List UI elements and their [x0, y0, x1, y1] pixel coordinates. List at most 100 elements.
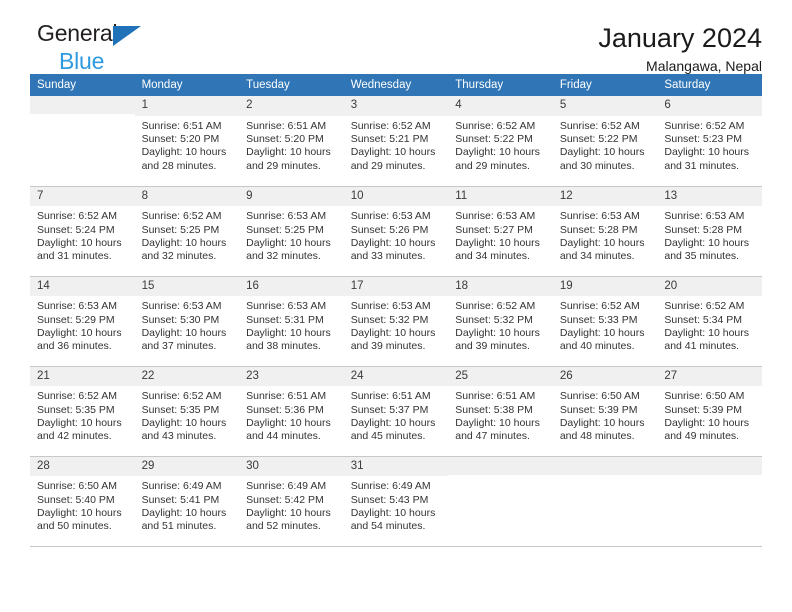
day-number: 5 — [552, 96, 658, 116]
sunrise-text: Sunrise: 6:52 AM — [141, 390, 222, 403]
day-cell-inner: 11 Sunrise: 6:53 AM Sunset: 5:27 PM Dayligh… — [448, 186, 553, 276]
logo-text-blue: Blue — [59, 48, 105, 74]
daylight-text-line1: Daylight: 10 hours — [455, 236, 540, 249]
calendar-day-cell[interactable]: 31 Sunrise: 6:49 AM Sunset: 5:43 PM Dayligh… — [343, 456, 449, 547]
daylight-text-line1: Daylight: 10 hours — [455, 146, 540, 159]
calendar-page: General Blue January 2024 Malangawa, Nep… — [0, 0, 792, 612]
day-sun-info: Sunrise: 6:49 AM Sunset: 5:41 PM Daylight:… — [135, 476, 240, 534]
calendar-day-cell[interactable]: 2 Sunrise: 6:51 AM Sunset: 5:20 PM Daylight… — [239, 96, 344, 187]
calendar-day-cell[interactable]: 9 Sunrise: 6:53 AM Sunset: 5:25 PM Daylight… — [239, 186, 344, 277]
calendar-day-cell[interactable]: 27 Sunrise: 6:50 AM Sunset: 5:39 PM Dayligh… — [657, 366, 762, 457]
calendar-day-cell[interactable]: 21 Sunrise: 6:52 AM Sunset: 5:35 PM Dayligh… — [30, 366, 135, 457]
day-sun-info: Sunrise: 6:51 AM Sunset: 5:20 PM Daylight:… — [239, 116, 344, 174]
day-sun-info: Sunrise: 6:49 AM Sunset: 5:42 PM Daylight:… — [239, 476, 344, 534]
day-sun-info: Sunrise: 6:53 AM Sunset: 5:28 PM Daylight:… — [553, 206, 658, 264]
calendar-day-cell[interactable]: 11 Sunrise: 6:53 AM Sunset: 5:27 PM Dayligh… — [448, 186, 553, 277]
day-number: 27 — [657, 366, 762, 387]
daylight-text-line2: and 47 minutes. — [455, 430, 530, 443]
day-cell-inner: 6 Sunrise: 6:52 AM Sunset: 5:23 PM Daylight… — [657, 96, 762, 186]
sunrise-text: Sunrise: 6:53 AM — [455, 210, 536, 223]
calendar-day-cell[interactable]: 23 Sunrise: 6:51 AM Sunset: 5:36 PM Dayligh… — [239, 366, 344, 457]
day-sun-info: Sunrise: 6:52 AM Sunset: 5:33 PM Daylight:… — [553, 296, 658, 354]
sunrise-text: Sunrise: 6:51 AM — [141, 119, 222, 132]
calendar-day-cell[interactable]: 12 Sunrise: 6:53 AM Sunset: 5:28 PM Dayligh… — [552, 186, 658, 277]
day-cell-inner: 17 Sunrise: 6:53 AM Sunset: 5:32 PM Dayligh… — [343, 276, 449, 366]
sunrise-text: Sunrise: 6:50 AM — [559, 390, 640, 403]
daylight-text-line1: Daylight: 10 hours — [37, 326, 122, 339]
sunrise-text: Sunrise: 6:53 AM — [37, 300, 117, 313]
daylight-text-line1: Daylight: 10 hours — [664, 236, 750, 249]
sunset-text: Sunset: 5:20 PM — [141, 133, 220, 146]
sunset-text: Sunset: 5:31 PM — [246, 313, 324, 326]
day-number: 1 — [134, 96, 240, 116]
sunset-text: Sunset: 5:22 PM — [559, 133, 638, 146]
sunrise-text: Sunrise: 6:51 AM — [246, 119, 327, 132]
calendar-day-cell[interactable]: 18 Sunrise: 6:52 AM Sunset: 5:32 PM Dayligh… — [448, 276, 553, 367]
triangle-icon — [113, 26, 141, 46]
calendar-day-cell[interactable]: 29 Sunrise: 6:49 AM Sunset: 5:41 PM Dayligh… — [134, 456, 240, 547]
sunrise-text: Sunrise: 6:50 AM — [37, 480, 117, 493]
calendar-day-cell[interactable]: 26 Sunrise: 6:50 AM Sunset: 5:39 PM Dayligh… — [552, 366, 658, 457]
calendar-day-cell[interactable]: 3 Sunrise: 6:52 AM Sunset: 5:21 PM Daylight… — [343, 96, 449, 187]
calendar-day-cell[interactable]: 14 Sunrise: 6:53 AM Sunset: 5:29 PM Dayligh… — [30, 276, 135, 367]
daylight-text-line2: and 38 minutes. — [246, 340, 321, 353]
day-cell-inner: 26 Sunrise: 6:50 AM Sunset: 5:39 PM Dayligh… — [552, 366, 658, 456]
calendar-day-cell[interactable]: 22 Sunrise: 6:52 AM Sunset: 5:35 PM Dayligh… — [134, 366, 240, 457]
calendar-day-cell[interactable]: 16 Sunrise: 6:53 AM Sunset: 5:31 PM Dayligh… — [239, 276, 344, 367]
daylight-text-line1: Daylight: 10 hours — [141, 326, 227, 339]
day-number: 2 — [239, 96, 344, 116]
calendar-day-cell[interactable]: 6 Sunrise: 6:52 AM Sunset: 5:23 PM Daylight… — [657, 96, 762, 187]
day-cell-inner: 1 Sunrise: 6:51 AM Sunset: 5:20 PM Daylight… — [134, 96, 240, 186]
calendar-day-cell[interactable]: 17 Sunrise: 6:53 AM Sunset: 5:32 PM Dayligh… — [343, 276, 449, 367]
calendar-day-cell[interactable]: 30 Sunrise: 6:49 AM Sunset: 5:42 PM Dayligh… — [239, 456, 344, 547]
daylight-text-line2: and 40 minutes. — [559, 340, 635, 353]
calendar-day-cell[interactable]: 1 Sunrise: 6:51 AM Sunset: 5:20 PM Daylight… — [134, 96, 240, 187]
sunrise-text: Sunrise: 6:52 AM — [37, 210, 117, 223]
day-sun-info: Sunrise: 6:51 AM Sunset: 5:38 PM Daylight:… — [448, 386, 553, 444]
day-sun-info: Sunrise: 6:52 AM Sunset: 5:22 PM Daylight:… — [448, 116, 553, 174]
calendar-day-cell[interactable]: 7 Sunrise: 6:52 AM Sunset: 5:24 PM Daylight… — [30, 186, 135, 277]
calendar-day-cell[interactable]: 10 Sunrise: 6:53 AM Sunset: 5:26 PM Dayligh… — [343, 186, 449, 277]
weekday-header-tuesday: Tuesday — [239, 74, 344, 96]
daylight-text-line2: and 29 minutes. — [350, 159, 426, 172]
day-sun-info: Sunrise: 6:52 AM Sunset: 5:35 PM Daylight:… — [30, 386, 135, 444]
daylight-text-line1: Daylight: 10 hours — [559, 146, 645, 159]
day-number: 15 — [134, 276, 240, 297]
daylight-text-line2: and 39 minutes. — [455, 340, 530, 353]
day-sun-info: Sunrise: 6:50 AM Sunset: 5:39 PM Daylight:… — [553, 386, 658, 444]
day-sun-info: Sunrise: 6:53 AM Sunset: 5:26 PM Daylight:… — [344, 206, 449, 264]
weekday-header-monday: Monday — [134, 74, 240, 96]
daylight-text-line2: and 35 minutes. — [664, 250, 740, 263]
daylight-text-line2: and 29 minutes. — [455, 159, 530, 172]
general-blue-logo[interactable]: General Blue — [30, 22, 141, 74]
daylight-text-line2: and 28 minutes. — [141, 159, 217, 172]
day-number — [552, 456, 658, 475]
day-cell-inner: 27 Sunrise: 6:50 AM Sunset: 5:39 PM Dayligh… — [657, 366, 762, 456]
calendar-day-cell[interactable]: 13 Sunrise: 6:53 AM Sunset: 5:28 PM Dayligh… — [657, 186, 762, 277]
calendar-day-cell[interactable]: 19 Sunrise: 6:52 AM Sunset: 5:33 PM Dayligh… — [552, 276, 658, 367]
calendar-day-cell[interactable]: 5 Sunrise: 6:52 AM Sunset: 5:22 PM Daylight… — [552, 96, 658, 187]
calendar-week-row: 14 Sunrise: 6:53 AM Sunset: 5:29 PM Dayligh… — [30, 276, 762, 367]
calendar-day-cell[interactable]: 15 Sunrise: 6:53 AM Sunset: 5:30 PM Dayligh… — [134, 276, 240, 367]
calendar-day-cell[interactable]: 25 Sunrise: 6:51 AM Sunset: 5:38 PM Dayligh… — [448, 366, 553, 457]
day-cell-inner — [657, 456, 762, 546]
calendar-day-cell[interactable]: 4 Sunrise: 6:52 AM Sunset: 5:22 PM Daylight… — [448, 96, 553, 187]
sunset-text: Sunset: 5:42 PM — [246, 493, 324, 506]
daylight-text-line2: and 51 minutes. — [141, 520, 217, 533]
sunset-text: Sunset: 5:43 PM — [350, 493, 429, 506]
calendar-day-cell-empty — [657, 456, 762, 547]
day-number: 21 — [30, 366, 135, 387]
daylight-text-line1: Daylight: 10 hours — [141, 146, 227, 159]
calendar-week-row: 1 Sunrise: 6:51 AM Sunset: 5:20 PM Daylight… — [30, 96, 762, 187]
calendar-day-cell[interactable]: 28 Sunrise: 6:50 AM Sunset: 5:40 PM Dayligh… — [30, 456, 135, 547]
sunrise-text: Sunrise: 6:49 AM — [246, 480, 327, 493]
calendar-day-cell[interactable]: 8 Sunrise: 6:52 AM Sunset: 5:25 PM Daylight… — [134, 186, 240, 277]
day-sun-info: Sunrise: 6:51 AM Sunset: 5:37 PM Daylight:… — [344, 386, 449, 444]
calendar-day-cell[interactable]: 24 Sunrise: 6:51 AM Sunset: 5:37 PM Dayligh… — [343, 366, 449, 457]
day-sun-info: Sunrise: 6:49 AM Sunset: 5:43 PM Daylight:… — [344, 476, 449, 534]
daylight-text-line2: and 43 minutes. — [141, 430, 217, 443]
day-cell-inner: 9 Sunrise: 6:53 AM Sunset: 5:25 PM Daylight… — [239, 186, 344, 276]
day-number: 23 — [239, 366, 344, 387]
calendar-day-cell[interactable]: 20 Sunrise: 6:52 AM Sunset: 5:34 PM Dayligh… — [657, 276, 762, 367]
daylight-text-line2: and 54 minutes. — [350, 520, 426, 533]
